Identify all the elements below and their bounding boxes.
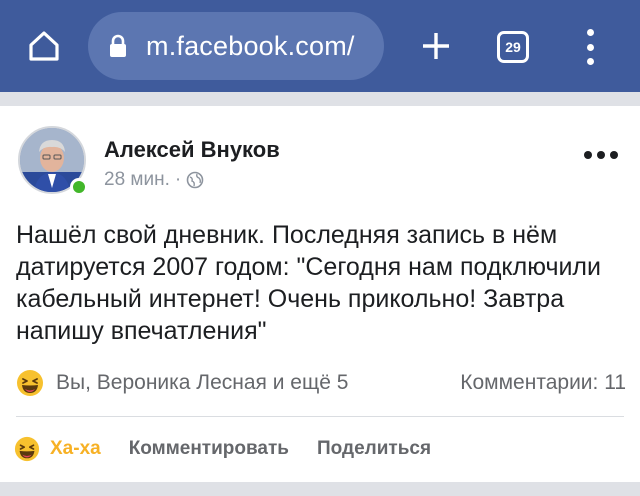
home-button[interactable] [22, 24, 66, 68]
share-label: Поделиться [317, 438, 432, 459]
kebab-dot-icon [586, 58, 594, 65]
comment-label: Комментировать [128, 438, 289, 459]
browser-toolbar: m.facebook.com/ 29 [0, 0, 640, 92]
home-icon [29, 31, 59, 61]
share-button[interactable]: Поделиться [317, 438, 431, 460]
new-tab-button[interactable] [414, 24, 458, 68]
more-dot-icon [597, 151, 605, 159]
kebab-dot-icon [586, 29, 594, 36]
tab-switcher-button[interactable]: 29 [497, 31, 529, 63]
comment-button[interactable]: Комментировать [129, 438, 289, 460]
lock-icon [108, 33, 130, 59]
reaction-label: Ха-ха [50, 438, 101, 459]
feed-separator [0, 482, 640, 496]
meta-separator: · [174, 169, 182, 190]
feed-separator [0, 92, 640, 106]
plus-icon [423, 33, 449, 59]
post-meta: 28 мин. · [104, 169, 204, 191]
more-dot-icon [610, 151, 618, 159]
more-dot-icon [584, 151, 592, 159]
author-name[interactable]: Алексей Внуков [104, 137, 280, 163]
post-actions: Ха-ха Комментировать Поделиться [14, 434, 459, 464]
reaction-button[interactable]: Ха-ха [14, 436, 101, 462]
kebab-dot-icon [586, 43, 594, 51]
post-text: Нашёл свой дневник. Последняя запись в н… [16, 221, 601, 345]
author-avatar[interactable] [18, 126, 88, 196]
haha-emoji-icon [14, 436, 40, 462]
browser-menu-button[interactable] [574, 26, 606, 68]
comments-count[interactable]: Комментарии: 11 [460, 371, 626, 395]
reactors-text: Вы, Вероника Лесная и ещё 5 [56, 371, 349, 394]
address-bar[interactable]: m.facebook.com/ [88, 12, 384, 80]
post-options-button[interactable] [584, 147, 618, 163]
post-timestamp[interactable]: 28 мин. [104, 169, 170, 191]
online-status-indicator [70, 178, 88, 196]
reactions-summary[interactable]: Вы, Вероника Лесная и ещё 5 Комментарии:… [16, 368, 626, 398]
haha-emoji-icon [17, 370, 43, 396]
url-text: m.facebook.com/ [146, 30, 355, 61]
globe-icon [186, 171, 204, 189]
divider [16, 416, 624, 417]
